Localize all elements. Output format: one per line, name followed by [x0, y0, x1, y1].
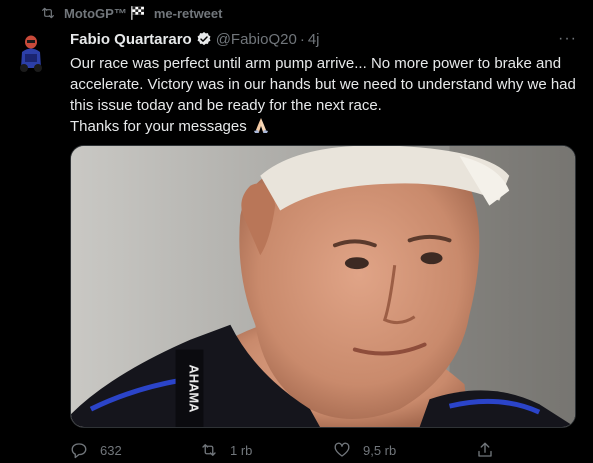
reply-count: 632 [100, 442, 122, 458]
tweet-timestamp[interactable]: 4j [308, 31, 320, 48]
reply-icon [71, 443, 87, 459]
author-name[interactable]: Fabio Quartararo [70, 31, 192, 48]
reply-button[interactable]: 632 [70, 441, 122, 459]
like-button[interactable]: 9,5 rb [333, 441, 396, 459]
retweeter-name[interactable]: MotoGP™ [64, 5, 146, 21]
retweet-button[interactable]: 1 rb [200, 441, 252, 459]
retweet-icon [202, 444, 216, 456]
tweet-body: Our race was perfect until arm pump arri… [70, 55, 576, 135]
tweet-photo[interactable]: AHAMA [70, 145, 576, 428]
share-button[interactable] [476, 441, 494, 459]
more-options-button[interactable]: ··· [558, 30, 577, 48]
tweet-text: Our race was perfect until arm pump arri… [70, 53, 578, 137]
folded-hands-emoji [253, 118, 268, 133]
like-count: 9,5 rb [363, 442, 397, 458]
tweet-actions: 632 1 rb 9,5 rb [70, 440, 510, 460]
share-icon [478, 442, 492, 457]
heart-icon [334, 442, 350, 457]
verified-badge-icon [197, 32, 211, 46]
tweet-header: Fabio Quartararo @FabioQ20 · 4j ··· [70, 28, 581, 50]
author-handle[interactable]: @FabioQ20 [216, 31, 297, 48]
retweet-icon [42, 7, 54, 19]
retweet-action-label: me-retweet [153, 5, 223, 21]
photo-print-text: AHAMA [187, 364, 202, 412]
retweet-context: MotoGP™ me-retweet [40, 4, 222, 22]
separator-dot: · [299, 30, 305, 48]
retweet-count: 1 rb [230, 442, 253, 458]
checkered-flag-icon [130, 6, 144, 20]
avatar[interactable] [13, 28, 49, 76]
